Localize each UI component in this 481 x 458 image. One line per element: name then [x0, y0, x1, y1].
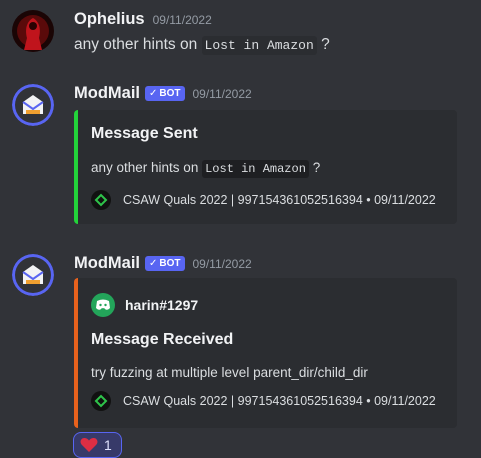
embed-footer: CSAW Quals 2022 | 997154361052516394 • 0… [91, 391, 436, 411]
embed-desc-suffix: ? [312, 160, 321, 175]
message-header: ModMail ✓ BOT 09/11/2022 [74, 84, 252, 103]
embed-description: try fuzzing at multiple level parent_dir… [91, 365, 368, 380]
message-text: any other hints on [74, 36, 198, 53]
embed-author-name[interactable]: harin#1297 [125, 297, 198, 313]
reaction-heart[interactable]: 1 [73, 432, 122, 458]
embed-accent-bar [74, 278, 78, 428]
message-header: Ophelius 09/11/2022 [74, 10, 212, 29]
avatar[interactable] [12, 84, 54, 126]
avatar[interactable] [12, 254, 54, 296]
modmail-avatar-icon [12, 254, 54, 296]
inline-code: Lost in Amazon [201, 36, 317, 55]
bot-tag: ✓ BOT [145, 256, 185, 271]
bot-tag-label: BOT [159, 258, 181, 269]
embed-title: Message Received [91, 331, 234, 348]
username[interactable]: ModMail [74, 84, 140, 103]
message-content: any other hints on Lost in Amazon ? [74, 36, 330, 55]
csaw-logo-icon [91, 190, 111, 210]
embed-title: Message Sent [91, 125, 198, 142]
modmail-avatar-icon [12, 84, 54, 126]
username[interactable]: Ophelius [74, 10, 145, 29]
reaction-count: 1 [104, 437, 112, 453]
verified-check-icon: ✓ [149, 258, 158, 269]
csaw-logo-icon [91, 391, 111, 411]
embed-accent-bar [74, 110, 78, 224]
inline-code: Lost in Amazon [202, 160, 309, 178]
message-header: ModMail ✓ BOT 09/11/2022 [74, 254, 252, 273]
bot-tag: ✓ BOT [145, 86, 185, 101]
embed-author: harin#1297 [91, 293, 198, 317]
message-ophelius: Ophelius 09/11/2022 any other hints on L… [0, 0, 481, 70]
embed-footer: CSAW Quals 2022 | 997154361052516394 • 0… [91, 190, 436, 210]
verified-check-icon: ✓ [149, 88, 158, 99]
embed-footer-text: CSAW Quals 2022 | 997154361052516394 • 0… [123, 193, 436, 207]
timestamp: 09/11/2022 [192, 87, 252, 101]
avatar-ophelius-icon [12, 10, 54, 52]
discord-icon [91, 293, 115, 317]
embed-description: any other hints on Lost in Amazon ? [91, 160, 321, 178]
message-text-suffix: ? [321, 36, 330, 53]
bot-tag-label: BOT [159, 88, 181, 99]
embed-footer-text: CSAW Quals 2022 | 997154361052516394 • 0… [123, 394, 436, 408]
embed: Message Sent any other hints on Lost in … [74, 110, 457, 224]
embed-desc-text: any other hints on [91, 160, 199, 175]
avatar[interactable] [12, 10, 54, 52]
message-modmail-received: ModMail ✓ BOT 09/11/2022 harin#1297 Mess… [0, 250, 481, 458]
heart-icon [80, 437, 98, 452]
timestamp: 09/11/2022 [152, 13, 212, 27]
username[interactable]: ModMail [74, 254, 140, 273]
embed: harin#1297 Message Received try fuzzing … [74, 278, 457, 428]
message-modmail-sent: ModMail ✓ BOT 09/11/2022 Message Sent an… [0, 76, 481, 244]
timestamp: 09/11/2022 [192, 257, 252, 271]
